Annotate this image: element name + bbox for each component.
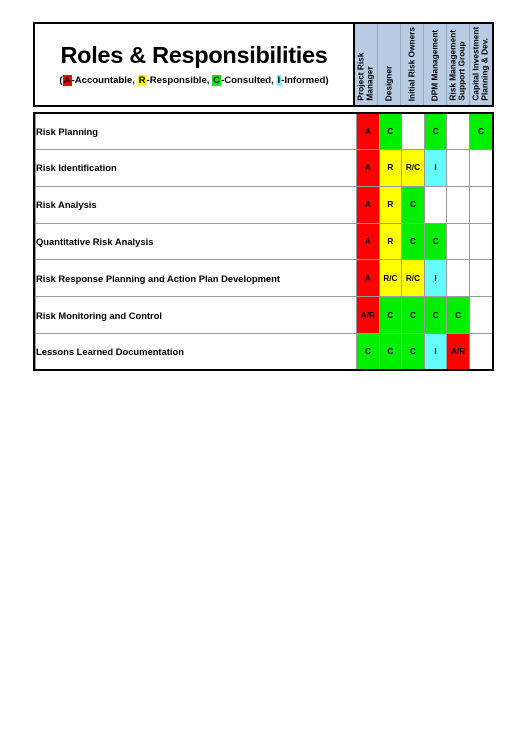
matrix-header: Roles & Responsibilities (A-Accountable,… <box>33 22 494 107</box>
legend-text-c: -Consulted, <box>221 74 277 86</box>
raci-cell[interactable]: C <box>401 296 425 335</box>
legend-key-c: C <box>212 74 222 86</box>
column-header-project-risk-manager[interactable]: Project Risk Manager <box>355 24 378 105</box>
raci-cell[interactable]: C <box>401 333 425 369</box>
raci-matrix-sheet: Roles & Responsibilities (A-Accountable,… <box>0 0 530 749</box>
raci-cell[interactable] <box>468 222 492 261</box>
raci-cell[interactable] <box>468 333 492 369</box>
task-label: Risk Identification <box>35 148 357 187</box>
column-header-dpm-management[interactable]: DPM Management <box>424 24 447 105</box>
legend-key-r: R <box>137 74 147 86</box>
task-label: Risk Response Planning and Action Plan D… <box>35 259 357 298</box>
raci-cell[interactable]: C <box>423 222 448 261</box>
column-header-designer[interactable]: Designer <box>378 24 401 105</box>
raci-cell[interactable]: I <box>423 333 448 369</box>
table-row: Risk Monitoring and Control A/R C C C C <box>35 296 492 335</box>
column-header-label: Capital Investment Planning & Dev. <box>471 27 491 101</box>
task-label: Risk Analysis <box>35 185 357 224</box>
column-header-label: Initial Risk Owners <box>406 26 417 101</box>
task-label: Quantitative Risk Analysis <box>35 222 357 261</box>
raci-cell[interactable] <box>468 296 492 335</box>
raci-table-body: Risk Planning A C C C Risk Identification A R R/… <box>35 114 492 369</box>
raci-legend: (A-Accountable, R-Responsible, C-Consult… <box>59 74 329 86</box>
column-header-line1: Initial Risk Owners <box>406 26 417 101</box>
raci-table: Risk Planning A C C C Risk Identification A R R/… <box>35 114 492 369</box>
raci-cell[interactable] <box>446 114 470 150</box>
raci-cell[interactable]: C <box>423 114 448 150</box>
column-header-band: Project Risk Manager Designer Initial Risk … <box>355 24 492 105</box>
table-row: Risk Planning A C C C <box>35 114 492 150</box>
raci-cell[interactable]: A/R <box>446 333 470 369</box>
task-label: Risk Monitoring and Control <box>35 296 357 335</box>
raci-cell[interactable]: R <box>378 185 403 224</box>
column-header-risk-management-support-group[interactable]: Risk Management Support Group <box>447 24 470 105</box>
raci-cell[interactable] <box>423 185 448 224</box>
table-row: Risk Response Planning and Action Plan D… <box>35 259 492 298</box>
raci-cell[interactable]: I <box>423 259 448 298</box>
raci-cell[interactable]: C <box>378 114 403 150</box>
table-row: Lessons Learned Documentation C C C I A/R <box>35 333 492 369</box>
raci-cell[interactable]: A <box>356 222 380 261</box>
raci-cell[interactable]: R/C <box>378 259 403 298</box>
raci-cell[interactable]: C <box>423 296 448 335</box>
raci-cell[interactable]: A/R <box>356 296 380 335</box>
raci-cell[interactable]: R/C <box>401 148 425 187</box>
table-row: Quantitative Risk Analysis A R C C <box>35 222 492 261</box>
column-header-line2: Support Group <box>457 42 467 101</box>
raci-cell[interactable] <box>401 114 425 150</box>
raci-cell[interactable]: C <box>378 296 403 335</box>
raci-cell[interactable]: R/C <box>401 259 425 298</box>
raci-cell[interactable]: R <box>378 222 403 261</box>
raci-cell[interactable]: R <box>378 148 403 187</box>
task-label: Lessons Learned Documentation <box>35 333 357 369</box>
page-title: Roles & Responsibilities <box>60 42 328 69</box>
legend-text-a: -Accountable, <box>71 74 138 86</box>
raci-cell[interactable]: C <box>356 333 380 369</box>
column-header-label: Risk Management Support Group <box>448 30 468 101</box>
raci-cell[interactable] <box>446 222 470 261</box>
column-header-label: Project Risk Manager <box>356 53 376 101</box>
raci-cell[interactable] <box>446 148 470 187</box>
raci-cell[interactable]: I <box>423 148 448 187</box>
raci-cell[interactable]: A <box>356 114 380 150</box>
raci-cell[interactable]: C <box>401 222 425 261</box>
column-header-line1: DPM Management <box>429 29 440 101</box>
raci-cell[interactable]: C <box>378 333 403 369</box>
column-header-label: DPM Management <box>429 29 440 101</box>
legend-close-paren: ) <box>325 74 329 86</box>
title-cell: Roles & Responsibilities (A-Accountable,… <box>35 24 355 105</box>
column-header-capital-investment-planning-dev[interactable]: Capital Investment Planning & Dev. <box>470 24 492 105</box>
column-header-label: Designer <box>383 65 394 101</box>
table-row: Risk Analysis A R C <box>35 185 492 224</box>
raci-cell[interactable]: A <box>356 259 380 298</box>
raci-cell[interactable]: A <box>356 148 380 187</box>
column-header-line1: Designer <box>383 65 394 101</box>
raci-cell[interactable]: C <box>468 114 492 150</box>
raci-cell[interactable] <box>468 259 492 298</box>
legend-text-i: -Informed <box>281 74 326 86</box>
raci-cell[interactable]: A <box>356 185 380 224</box>
raci-cell[interactable] <box>468 148 492 187</box>
column-header-initial-risk-owners[interactable]: Initial Risk Owners <box>401 24 424 105</box>
task-label: Risk Planning <box>35 114 357 150</box>
column-header-line2: Manager <box>365 66 375 101</box>
raci-cell[interactable]: C <box>446 296 470 335</box>
legend-key-a: A <box>62 74 72 86</box>
matrix-body: Risk Planning A C C C Risk Identification A R R/… <box>33 112 494 371</box>
column-header-line2: Planning & Dev. <box>480 38 490 101</box>
raci-cell[interactable] <box>446 185 470 224</box>
raci-cell[interactable]: C <box>401 185 425 224</box>
raci-cell[interactable] <box>468 185 492 224</box>
legend-text-r: -Responsible, <box>146 74 213 86</box>
raci-cell[interactable] <box>446 259 470 298</box>
table-row: Risk Identification A R R/C I <box>35 148 492 187</box>
